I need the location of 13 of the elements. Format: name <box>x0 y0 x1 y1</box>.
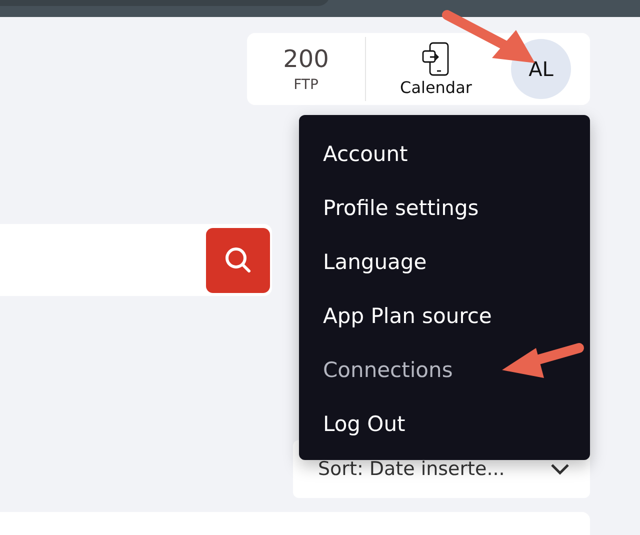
ftp-value: 200 <box>283 45 329 73</box>
menu-item[interactable]: App Plan source <box>299 289 590 343</box>
menu-item[interactable]: Account <box>299 127 590 181</box>
menu-item[interactable]: Profile settings <box>299 181 590 235</box>
search-button[interactable] <box>206 228 270 292</box>
search-icon <box>224 246 252 274</box>
calendar-button[interactable]: Calendar <box>366 42 506 96</box>
menu-item[interactable]: Language <box>299 235 590 289</box>
chevron-down-icon <box>550 463 570 475</box>
ftp-label: FTP <box>294 77 318 93</box>
phone-icon <box>422 42 450 76</box>
search-field[interactable] <box>0 224 272 296</box>
menu-item[interactable]: Connections <box>299 343 590 397</box>
